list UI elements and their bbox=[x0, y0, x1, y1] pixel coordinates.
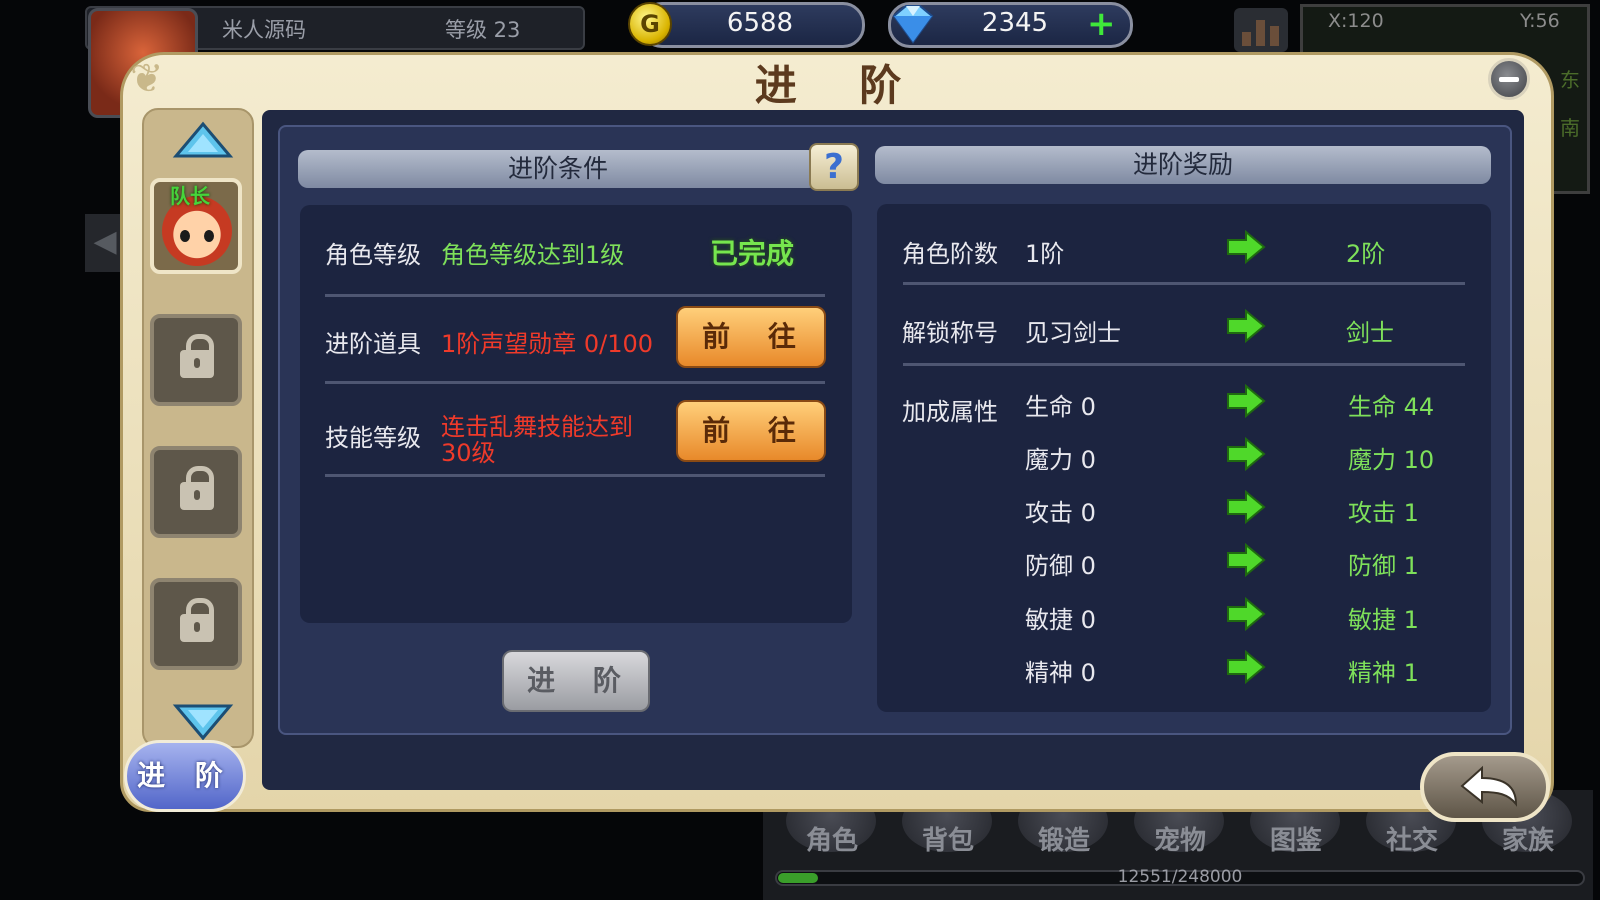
player-name: 米人源码 bbox=[222, 18, 306, 42]
reward-title-from: 见习剑士 bbox=[1025, 319, 1121, 347]
reward-rank-from: 1阶 bbox=[1025, 240, 1065, 268]
map-direction-east: 东 bbox=[1560, 68, 1580, 92]
conditions-header: 进阶条件 bbox=[298, 150, 818, 188]
reward-title-to: 剑士 bbox=[1346, 319, 1394, 347]
character-slot-leader[interactable]: 队长 bbox=[150, 178, 242, 274]
dialog-title: 进 阶 bbox=[754, 61, 926, 110]
lock-icon bbox=[180, 334, 214, 378]
goto-item-button[interactable]: 前 往 bbox=[676, 306, 826, 368]
attr-def-from: 防御 0 bbox=[1025, 552, 1096, 580]
back-arrow-icon bbox=[1460, 765, 1518, 807]
map-x-coord: X:120 bbox=[1328, 10, 1384, 32]
leader-badge: 队长 bbox=[170, 184, 210, 208]
goto-skill-button[interactable]: 前 往 bbox=[676, 400, 826, 462]
scroll-up-icon[interactable] bbox=[172, 120, 234, 162]
rewards-header: 进阶奖励 bbox=[875, 146, 1491, 184]
ranking-chart-icon[interactable] bbox=[1234, 8, 1288, 52]
player-level: 等级 23 bbox=[445, 18, 521, 42]
green-arrow-icon bbox=[1227, 650, 1266, 684]
close-button[interactable] bbox=[1488, 58, 1530, 100]
tab-advance[interactable]: 进 阶 bbox=[124, 740, 246, 812]
attr-hp-from: 生命 0 bbox=[1025, 393, 1096, 421]
attr-spi-from: 精神 0 bbox=[1025, 659, 1096, 687]
character-slot-locked-2[interactable] bbox=[150, 446, 242, 538]
attr-atk-from: 攻击 0 bbox=[1025, 499, 1096, 527]
diamond-icon bbox=[892, 5, 934, 44]
gem-value: 2345 bbox=[981, 8, 1049, 38]
character-slot-locked-1[interactable] bbox=[150, 314, 242, 406]
collapse-left-arrow-icon[interactable]: ◀ bbox=[85, 214, 125, 272]
green-arrow-icon bbox=[1227, 309, 1266, 343]
attr-hp-to: 生命 44 bbox=[1348, 393, 1435, 421]
reward-label-rank: 角色阶数 bbox=[902, 240, 998, 268]
divider bbox=[325, 381, 825, 384]
divider bbox=[325, 294, 825, 297]
green-arrow-icon bbox=[1227, 230, 1266, 264]
attr-atk-to: 攻击 1 bbox=[1348, 499, 1419, 527]
gold-coin-icon: G bbox=[628, 2, 672, 46]
back-button[interactable] bbox=[1420, 752, 1550, 822]
map-direction-south: 南 bbox=[1560, 116, 1580, 140]
green-arrow-icon bbox=[1227, 543, 1266, 577]
add-gems-button[interactable]: + bbox=[1087, 4, 1116, 44]
help-button[interactable]: ? bbox=[809, 143, 859, 191]
attr-spi-to: 精神 1 bbox=[1348, 659, 1419, 687]
lock-icon bbox=[180, 598, 214, 642]
gold-value: 6588 bbox=[726, 8, 794, 38]
attr-def-to: 防御 1 bbox=[1348, 552, 1419, 580]
attr-agi-from: 敏捷 0 bbox=[1025, 606, 1096, 634]
condition-desc-skill-line2: 30级 bbox=[441, 439, 496, 467]
condition-label-skill: 技能等级 bbox=[325, 424, 421, 452]
reward-label-title: 解锁称号 bbox=[902, 319, 998, 347]
green-arrow-icon bbox=[1227, 597, 1266, 631]
divider bbox=[903, 282, 1465, 285]
xp-text: 12551/248000 bbox=[1117, 867, 1243, 887]
condition-status-done: 已完成 bbox=[710, 237, 795, 270]
condition-label-item: 进阶道具 bbox=[325, 330, 421, 358]
map-y-coord: Y:56 bbox=[1520, 10, 1560, 32]
green-arrow-icon bbox=[1227, 384, 1266, 418]
scroll-down-icon[interactable] bbox=[172, 700, 234, 742]
character-slot-locked-3[interactable] bbox=[150, 578, 242, 670]
lock-icon bbox=[180, 466, 214, 510]
divider bbox=[903, 363, 1465, 366]
attr-mp-from: 魔力 0 bbox=[1025, 446, 1096, 474]
reward-label-attrs: 加成属性 bbox=[902, 398, 998, 426]
condition-label-level: 角色等级 bbox=[325, 241, 421, 269]
green-arrow-icon bbox=[1227, 437, 1266, 471]
condition-desc-item: 1阶声望勋章 0/100 bbox=[441, 330, 654, 358]
divider bbox=[325, 474, 825, 477]
condition-desc-level: 角色等级达到1级 bbox=[441, 241, 625, 269]
attr-agi-to: 敏捷 1 bbox=[1348, 606, 1419, 634]
green-arrow-icon bbox=[1227, 490, 1266, 524]
frame-ornament-icon: ❦ bbox=[130, 56, 164, 102]
attr-mp-to: 魔力 10 bbox=[1348, 446, 1435, 474]
advance-button[interactable]: 进 阶 bbox=[502, 650, 650, 712]
reward-rank-to: 2阶 bbox=[1346, 240, 1386, 268]
